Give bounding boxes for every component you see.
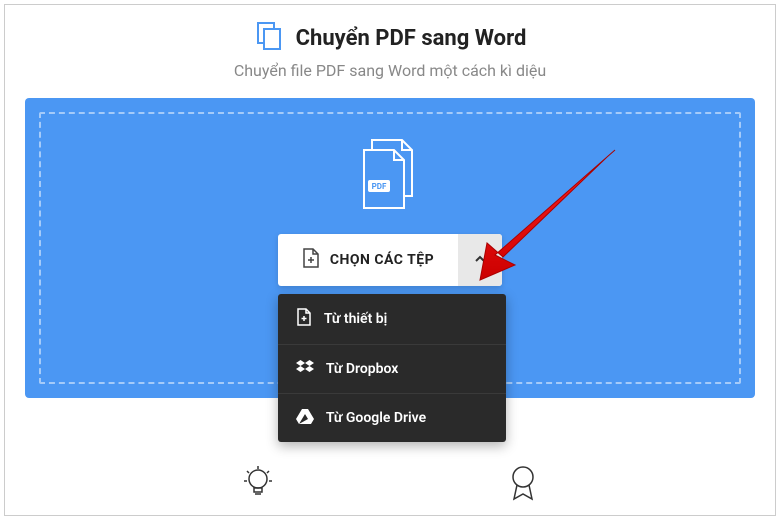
dropdown-item-gdrive[interactable]: Từ Google Drive — [278, 394, 506, 442]
dropdown-item-device[interactable]: Từ thiết bị — [278, 294, 506, 345]
header: Chuyển PDF sang Word Chuyển file PDF san… — [25, 21, 755, 80]
bottom-icons — [5, 465, 775, 507]
dropdown-toggle[interactable] — [458, 234, 502, 286]
dropdown-item-label: Từ Google Drive — [326, 410, 426, 426]
page-title: Chuyển PDF sang Word — [296, 26, 527, 51]
dropzone-inner: PDF CHỌN CÁC TỆP — [39, 112, 741, 384]
dropdown-item-dropbox[interactable]: Từ Dropbox — [278, 345, 506, 394]
select-files-button-group: CHỌN CÁC TỆP — [278, 234, 502, 286]
select-files-label: CHỌN CÁC TỆP — [330, 252, 434, 268]
dropdown-item-label: Từ thiết bị — [324, 311, 387, 327]
select-files-button[interactable]: CHỌN CÁC TỆP — [278, 234, 458, 286]
copy-docs-icon — [254, 21, 284, 55]
lightbulb-icon — [242, 465, 274, 507]
file-add-icon — [302, 248, 320, 272]
page-subtitle: Chuyển file PDF sang Word một cách kì di… — [25, 61, 755, 80]
app-frame: Chuyển PDF sang Word Chuyển file PDF san… — [4, 4, 776, 516]
file-select-wrap: CHỌN CÁC TỆP Từ thiết bị — [278, 234, 502, 286]
dropbox-icon — [296, 359, 314, 379]
award-icon — [508, 465, 538, 507]
pdf-stack-icon: PDF — [358, 138, 422, 214]
source-dropdown: Từ thiết bị Từ Dropbox Từ Google Drive — [278, 294, 506, 442]
svg-text:PDF: PDF — [372, 182, 387, 191]
google-drive-icon — [296, 408, 314, 428]
dropzone[interactable]: PDF CHỌN CÁC TỆP — [25, 98, 755, 398]
chevron-up-icon — [473, 251, 487, 270]
file-icon — [296, 308, 312, 330]
dropdown-item-label: Từ Dropbox — [326, 361, 399, 377]
